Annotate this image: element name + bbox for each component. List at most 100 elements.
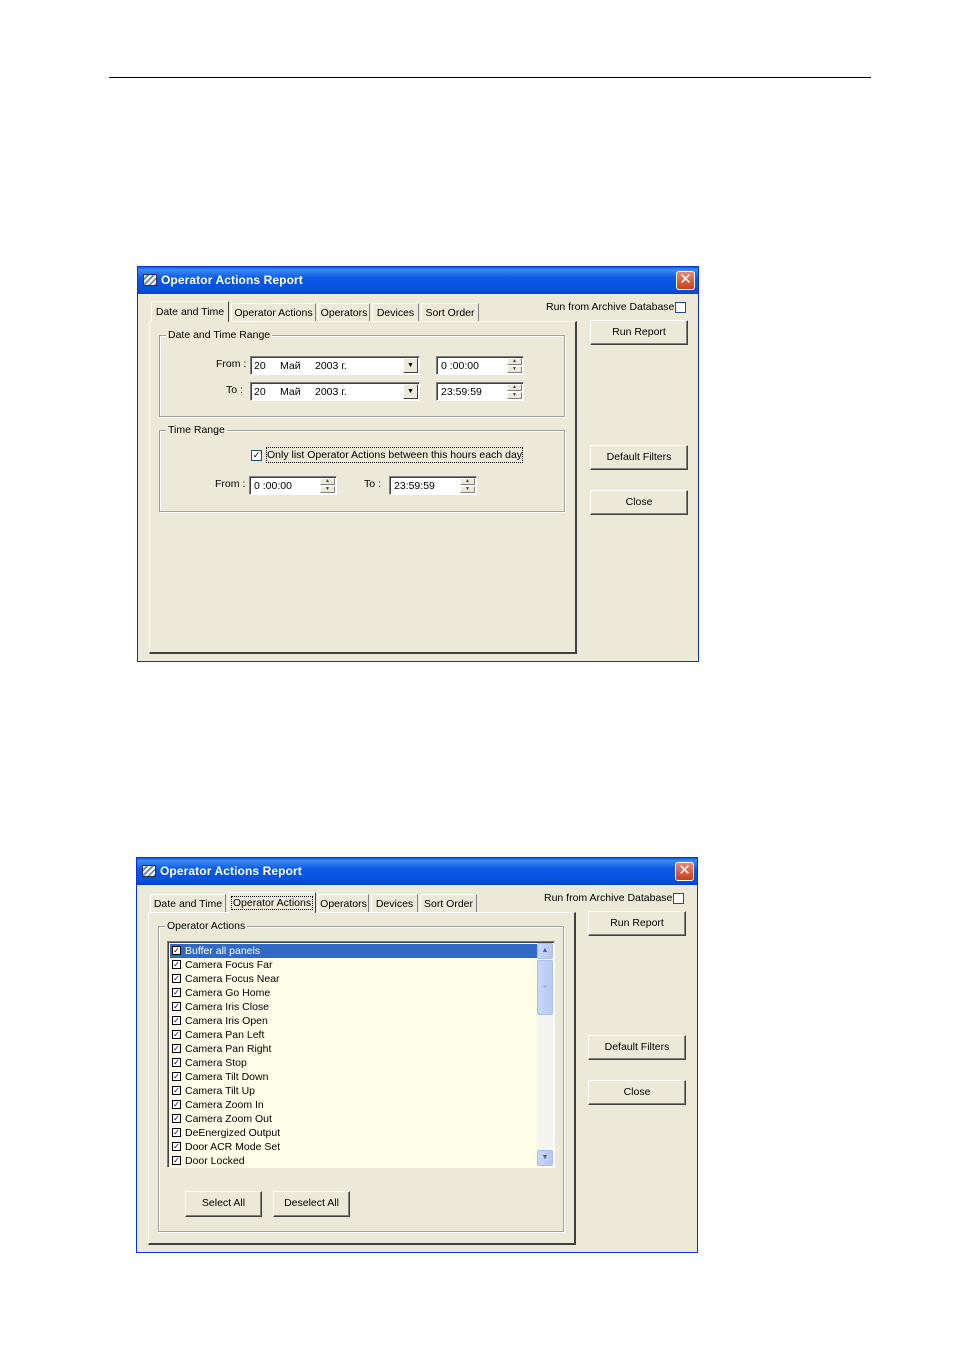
window-title: Operator Actions Report [161,273,303,287]
list-item[interactable]: ✓ Camera Pan Right [170,1042,540,1056]
list-item[interactable]: ✓ Camera Go Home [170,986,540,1000]
close-x-icon[interactable]: ✕ [675,862,694,881]
report-window-date-time: Operator Actions Report ✕ Date and Time … [137,266,699,662]
archive-checkbox[interactable] [675,302,686,313]
close-x-icon[interactable]: ✕ [676,271,695,290]
spin-up-icon[interactable]: ▲ [320,478,335,485]
list-item-checkbox[interactable]: ✓ [172,960,181,969]
list-item-checkbox[interactable]: ✓ [172,1058,181,1067]
list-item[interactable]: ✓ Door Locked [170,1154,540,1167]
list-item-label: Camera Go Home [185,987,271,999]
hours-filter-label[interactable]: Only list Operator Actions between this … [265,447,524,463]
tab-operator-actions[interactable]: Operator Actions [231,303,316,321]
list-item-checkbox[interactable]: ✓ [172,1044,181,1053]
spin-up-icon[interactable]: ▲ [460,478,475,485]
list-item-checkbox[interactable]: ✓ [172,974,181,983]
scroll-down-icon[interactable]: ▼ [537,1150,553,1166]
list-item[interactable]: ✓ Camera Zoom Out [170,1112,540,1126]
default-filters-button[interactable]: Default Filters [588,1035,686,1060]
list-item-checkbox[interactable]: ✓ [172,1002,181,1011]
tab-devices[interactable]: Devices [372,303,419,321]
select-all-button[interactable]: Select All [185,1191,262,1217]
to-month: Май [280,386,301,398]
list-item-checkbox[interactable]: ✓ [172,1072,181,1081]
list-item-checkbox[interactable]: ✓ [172,1086,181,1095]
tab-label: Sort Order [423,898,473,910]
to-label: To : [226,384,243,396]
hours-to-spinner[interactable]: 23:59:59 ▲ ▼ [389,476,477,495]
list-item[interactable]: ✓ Camera Tilt Up [170,1084,540,1098]
list-item[interactable]: ✓ Camera Tilt Down [170,1070,540,1084]
operator-actions-list[interactable]: ✓ Door Locked ✓ Door ACR Mode Set ✓ DeEnergiz… [167,941,555,1168]
spin-up-icon[interactable]: ▲ [507,358,522,365]
to-day: 20 [254,386,266,398]
list-item[interactable]: ✓ Camera Pan Left [170,1028,540,1042]
list-item[interactable]: ✓ Buffer all panels [170,944,540,958]
scroll-thumb[interactable]: ≡ [537,960,553,1015]
spin-down-icon[interactable]: ▼ [507,392,522,399]
title-bar: Operator Actions Report ✕ [138,267,698,294]
list-item-label: DeEnergized Output [185,1127,281,1139]
list-item-checkbox[interactable]: ✓ [172,988,181,997]
dropdown-arrow-icon[interactable]: ▼ [403,384,418,399]
run-report-button[interactable]: Run Report [588,911,686,936]
tab-operators[interactable]: Operators [318,894,369,912]
hours-to-value: 23:59:59 [394,480,435,492]
tab-panel-operator-actions: Operator Actions ✓ Door Locked ✓ Door ACR M… [148,912,576,1245]
spin-up-icon[interactable]: ▲ [507,384,522,391]
archive-label: Run from Archive Database [544,892,673,904]
from-date-picker[interactable]: 20 Май 2003 г. ▼ [250,356,420,375]
list-item-label: Camera Focus Near [185,973,280,985]
vertical-scrollbar[interactable]: ▲ ≡ ▼ [537,943,553,1166]
close-button[interactable]: Close [590,490,688,515]
from-day: 20 [254,360,266,372]
list-item-checkbox[interactable]: ✓ [172,1016,181,1025]
hours-from-spinner[interactable]: 0 :00:00 ▲ ▼ [249,476,337,495]
list-item-checkbox[interactable]: ✓ [172,1142,181,1151]
tab-date-and-time[interactable]: Date and Time [151,301,229,322]
tab-sort-order[interactable]: Sort Order [420,894,477,912]
list-item-checkbox[interactable]: ✓ [172,1128,181,1137]
tab-date-and-time[interactable]: Date and Time [150,894,226,912]
scroll-up-icon[interactable]: ▲ [537,943,553,959]
to-time-spinner[interactable]: 23:59:59 ▲ ▼ [436,382,524,401]
run-report-button[interactable]: Run Report [590,320,688,345]
time-range-group: Time Range ✓ Only list Operator Actions … [159,424,565,512]
list-item-checkbox[interactable]: ✓ [172,1100,181,1109]
group-title: Date and Time Range [166,329,273,341]
spin-down-icon[interactable]: ▼ [507,366,522,373]
close-button[interactable]: Close [588,1080,686,1105]
list-item[interactable]: ✓ Camera Zoom In [170,1098,540,1112]
list-item-checkbox[interactable]: ✓ [172,1114,181,1123]
list-item-checkbox[interactable]: ✓ [172,1156,181,1165]
list-item[interactable]: ✓ Camera Stop [170,1056,540,1070]
from-time-spinner[interactable]: 0 :00:00 ▲ ▼ [436,356,524,375]
group-title: Time Range [166,424,227,436]
deselect-all-button[interactable]: Deselect All [273,1191,350,1217]
list-item[interactable]: ✓ Camera Focus Near [170,972,540,986]
tab-operators[interactable]: Operators [318,303,370,321]
list-item[interactable]: ✓ Camera Focus Far [170,958,540,972]
list-item[interactable]: ✓ DeEnergized Output [170,1126,540,1140]
list-item-checkbox[interactable]: ✓ [172,946,181,955]
list-item-checkbox[interactable]: ✓ [172,1030,181,1039]
tab-panel-date-and-time: Date and Time Range From : 20 Май 2003 г… [149,321,577,654]
to-date-picker[interactable]: 20 Май 2003 г. ▼ [250,382,420,401]
tab-label: Operators [320,307,368,319]
dropdown-arrow-icon[interactable]: ▼ [403,358,418,373]
checkmark-icon: ✓ [252,450,261,460]
list-item-label: Camera Zoom In [185,1099,264,1111]
list-item[interactable]: ✓ Door ACR Mode Set [170,1140,540,1154]
spin-down-icon[interactable]: ▼ [320,486,335,493]
tab-devices[interactable]: Devices [371,894,418,912]
tab-label: Operator Actions [234,307,313,319]
spin-down-icon[interactable]: ▼ [460,486,475,493]
tab-operator-actions[interactable]: Operator Actions [228,892,316,913]
default-filters-button[interactable]: Default Filters [590,445,688,470]
archive-checkbox[interactable] [673,893,684,904]
list-item[interactable]: ✓ Camera Iris Close [170,1000,540,1014]
hours-filter-checkbox[interactable]: ✓ [251,450,262,461]
list-item[interactable]: ✓ Camera Iris Open [170,1014,540,1028]
tab-sort-order[interactable]: Sort Order [421,303,479,321]
hours-from-value: 0 :00:00 [254,480,292,492]
